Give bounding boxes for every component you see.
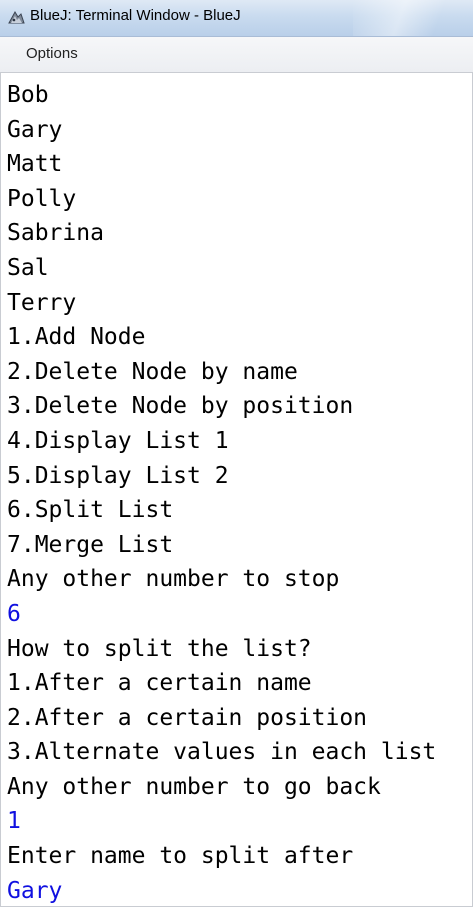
- terminal-output-line: Enter name to split after: [7, 843, 354, 870]
- title-bar[interactable]: BlueJ: Terminal Window - BlueJ: [0, 0, 473, 37]
- terminal-input-line: 6: [7, 600, 21, 627]
- terminal-output-line: Terry: [7, 289, 77, 316]
- terminal-output-line: How to split the list?: [7, 635, 312, 662]
- bluej-app-icon: [8, 10, 25, 24]
- menu-bar: Options: [0, 37, 473, 73]
- terminal-output-line: 5.Display List 2: [7, 462, 229, 489]
- terminal-output-line: 3.Alternate values in each list: [7, 739, 437, 766]
- terminal-input-line: Gary: [7, 877, 63, 904]
- terminal-output-line: Sal: [7, 254, 49, 281]
- terminal-output-line: 2.After a certain position: [7, 704, 368, 731]
- terminal-output-line: Polly: [7, 185, 77, 212]
- terminal-output-line: Any other number to go back: [7, 773, 381, 800]
- options-menu[interactable]: Options: [18, 43, 86, 64]
- terminal-output-line: 3.Delete Node by position: [7, 393, 354, 420]
- bluej-terminal-window: BlueJ: Terminal Window - BlueJ Options B…: [0, 0, 473, 907]
- terminal-output-line: 4.Display List 1: [7, 427, 229, 454]
- terminal-output-line: 6.Split List: [7, 497, 174, 524]
- title-bar-glass: [353, 0, 473, 36]
- terminal-output-line: 1.After a certain name: [7, 670, 312, 697]
- window-title: BlueJ: Terminal Window - BlueJ: [30, 7, 241, 24]
- terminal-output-line: Any other number to stop: [7, 566, 340, 593]
- terminal-output-line: Sabrina: [7, 220, 104, 247]
- terminal-output-line: Gary: [7, 116, 63, 143]
- terminal-output-line: 2.Delete Node by name: [7, 358, 298, 385]
- terminal-output-area[interactable]: Bob Gary Matt Polly Sabrina Sal Terry 1.Add Nod…: [0, 73, 473, 907]
- terminal-input-line: 1: [7, 808, 21, 835]
- terminal-output-line: Bob: [7, 82, 49, 108]
- terminal-output-line: 1.Add Node: [7, 324, 146, 351]
- terminal-lines: Bob Gary Matt Polly Sabrina Sal Terry 1.Add Nod…: [7, 78, 437, 906]
- terminal-output-line: Matt: [7, 151, 63, 178]
- terminal-output-line: 7.Merge List: [7, 531, 174, 558]
